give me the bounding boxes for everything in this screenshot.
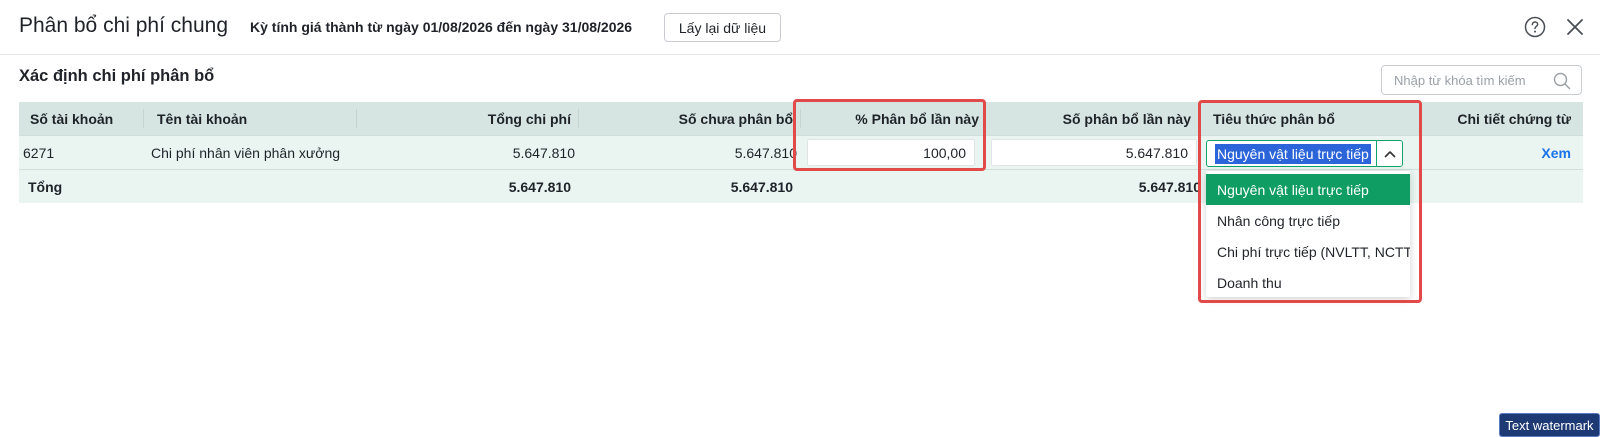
col-header-total-cost[interactable]: Tổng chi phí: [356, 102, 571, 135]
total-label: Tổng: [28, 178, 63, 195]
cell-unallocated: 5.647.810: [734, 144, 797, 161]
dropdown-option-nvltt[interactable]: Nguyên vật liệu trực tiếp: [1206, 174, 1410, 205]
criteria-combobox-value[interactable]: Nguyên vật liệu trực tiếp: [1215, 144, 1371, 164]
column-divider[interactable]: [143, 109, 144, 128]
watermark-badge: Text watermark: [1499, 413, 1600, 437]
criteria-combobox[interactable]: Nguyên vật liệu trực tiếp: [1206, 140, 1403, 167]
dropdown-option-nctt[interactable]: Nhân công trực tiếp: [1206, 205, 1410, 236]
chevron-up-icon: [1384, 150, 1396, 157]
cell-account-name: Chi phí nhân viên phân xưởng: [151, 144, 341, 161]
section-title: Xác định chi phí phân bổ: [19, 67, 215, 85]
reload-data-button[interactable]: Lấy lại dữ liệu: [664, 13, 781, 42]
view-detail-link[interactable]: Xem: [1541, 136, 1571, 169]
col-header-account-no[interactable]: Số tài khoản: [30, 102, 113, 135]
dialog-title: Phân bổ chi phí chung: [19, 14, 228, 37]
col-header-detail[interactable]: Chi tiết chứng từ: [1409, 102, 1571, 135]
col-header-criteria[interactable]: Tiêu thức phân bổ: [1213, 102, 1335, 135]
col-header-account-name[interactable]: Tên tài khoản: [157, 102, 247, 135]
dialog-header: Phân bổ chi phí chung Kỳ tính giá thành …: [0, 0, 1600, 55]
column-divider[interactable]: [1198, 109, 1199, 128]
col-header-unallocated[interactable]: Số chưa phân bổ: [578, 102, 793, 135]
table-row[interactable]: 6271 Chi phí nhân viên phân xưởng 5.647.…: [19, 135, 1583, 169]
table-header-row: Số tài khoản Tên tài khoản Tổng chi phí …: [19, 102, 1583, 135]
close-icon[interactable]: [1566, 18, 1584, 36]
total-allocated: 5.647.810: [1138, 178, 1201, 195]
cell-total-cost: 5.647.810: [512, 144, 575, 161]
pct-allocation-input[interactable]: 100,00: [807, 139, 975, 166]
col-header-allocated[interactable]: Số phân bổ lần này: [984, 102, 1191, 135]
search-input[interactable]: [1394, 66, 1554, 94]
search-icon[interactable]: [1553, 72, 1571, 90]
dropdown-option-doanh-thu[interactable]: Doanh thu: [1206, 267, 1410, 297]
allocated-amount-input[interactable]: 5.647.810: [991, 139, 1197, 166]
help-icon[interactable]: [1524, 16, 1546, 38]
period-label: Kỳ tính giá thành từ ngày 01/08/2026 đến…: [250, 19, 633, 35]
dropdown-option-cptt[interactable]: Chi phí trực tiếp (NVLTT, NCTT): [1206, 236, 1410, 267]
combobox-toggle-button[interactable]: [1376, 141, 1402, 166]
total-unallocated: 5.647.810: [730, 178, 793, 195]
cell-account-no: 6271: [23, 144, 55, 161]
criteria-dropdown-list: Nguyên vật liệu trực tiếp Nhân công trực…: [1206, 171, 1410, 297]
total-total-cost: 5.647.810: [508, 178, 571, 195]
col-header-pct[interactable]: % Phân bổ lần này: [800, 102, 979, 135]
search-box: [1381, 65, 1582, 95]
